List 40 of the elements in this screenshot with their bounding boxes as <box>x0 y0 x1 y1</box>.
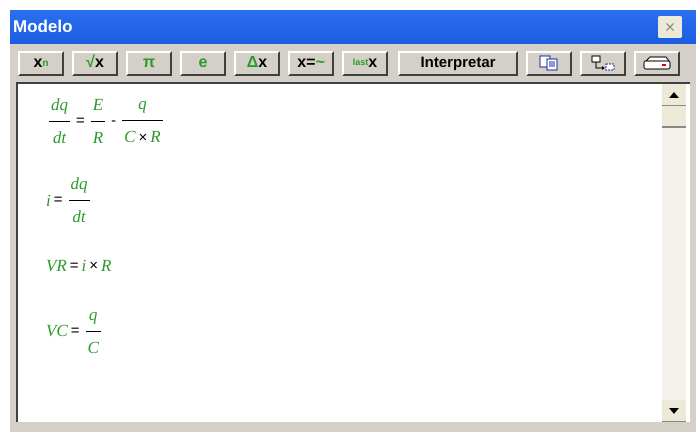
math-operator: - <box>111 110 116 131</box>
math-variable: i <box>82 255 86 277</box>
math-operator: × <box>138 129 148 146</box>
copy-button[interactable] <box>526 50 572 76</box>
math-variable: dt <box>52 128 66 146</box>
math-variable: VC <box>46 320 68 342</box>
math-variable: R <box>101 255 112 277</box>
printer-icon <box>642 55 672 71</box>
math-variable: q <box>138 94 147 113</box>
math-variable: C <box>124 127 136 146</box>
math-variable: q <box>88 304 98 324</box>
math-operator: × <box>89 256 98 276</box>
math-variable: dt <box>72 207 86 226</box>
math-variable: R <box>92 128 104 146</box>
math-operator: = <box>54 190 62 210</box>
math-operator: = <box>70 320 80 341</box>
math-variable: C <box>88 338 99 356</box>
print-button[interactable] <box>634 50 680 76</box>
interpret-button[interactable]: Interpretar <box>398 50 518 76</box>
math-variable: dq <box>51 94 68 114</box>
insert-button[interactable]: x=~ <box>288 50 334 76</box>
math-variable: R <box>150 127 161 146</box>
down-arrow-icon <box>669 408 679 414</box>
math-operator: = <box>70 256 79 276</box>
math-operator: = <box>76 110 85 131</box>
up-arrow-icon <box>669 92 679 98</box>
math-variable: i <box>46 190 51 212</box>
scrollbar[interactable] <box>662 84 686 422</box>
scroll-up-button[interactable] <box>662 84 686 106</box>
math-variable: dq <box>70 174 88 193</box>
math-variable: E <box>92 94 104 114</box>
transfer-icon <box>591 55 615 71</box>
copy-icon <box>539 55 559 71</box>
scroll-down-button[interactable] <box>662 400 686 422</box>
scroll-thumb[interactable] <box>662 106 686 128</box>
transfer-button[interactable] <box>580 50 626 76</box>
insert-button[interactable]: Δx <box>234 50 280 76</box>
insert-button[interactable]: √x <box>72 50 118 76</box>
window-title: Modelo <box>13 16 72 38</box>
math-variable: VR <box>46 255 67 277</box>
